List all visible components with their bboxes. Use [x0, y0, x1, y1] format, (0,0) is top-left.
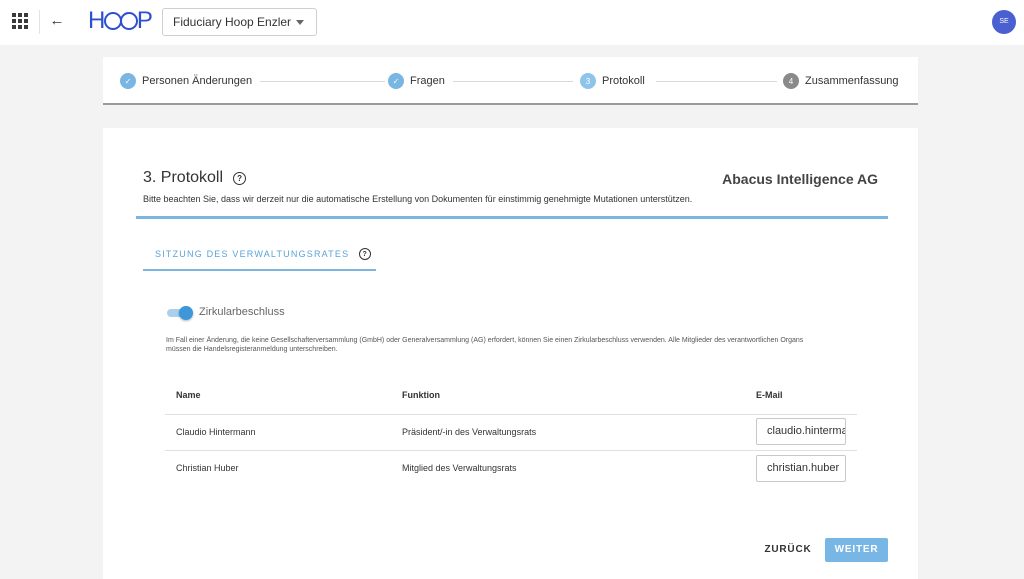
table-cell-function: Präsident/-in des Verwaltungsrats	[402, 427, 537, 437]
next-button[interactable]: WEITER	[825, 538, 888, 562]
apps-grid-icon[interactable]	[12, 13, 28, 29]
tab-sitzung-des-verwaltungsrates[interactable]: SITZUNG DES VERWALTUNGSRATES ?	[143, 239, 376, 271]
row-divider	[165, 450, 857, 451]
row-divider	[165, 414, 857, 415]
column-header-name: Name	[176, 390, 201, 400]
check-icon: ✓	[120, 73, 136, 89]
divider	[136, 216, 888, 219]
step-number-badge: 4	[783, 73, 799, 89]
hoop-logo[interactable]: HP	[88, 7, 153, 35]
tab-label: SITZUNG DES VERWALTUNGSRATES	[155, 249, 350, 259]
fiduciary-select[interactable]: Fiduciary Hoop Enzler	[162, 8, 317, 36]
help-icon[interactable]: ?	[359, 248, 372, 260]
page-title-text: 3. Protokoll	[143, 169, 224, 186]
help-icon[interactable]: ?	[233, 171, 247, 185]
fiduciary-select-value: Fiduciary Hoop Enzler	[173, 15, 292, 29]
column-header-email: E-Mail	[756, 390, 783, 400]
step-zusammenfassung[interactable]: 4 Zusammenfassung	[783, 73, 899, 89]
back-arrow-icon[interactable]: ←	[48, 11, 66, 31]
avatar[interactable]: SE	[992, 10, 1016, 34]
email-field[interactable]: christian.huber	[756, 455, 846, 482]
page-title: 3. Protokoll ?	[143, 169, 247, 187]
step-protokoll[interactable]: 3 Protokoll	[580, 73, 645, 89]
table-cell-name: Christian Huber	[176, 463, 239, 473]
step-connector	[260, 81, 385, 82]
step-label: Zusammenfassung	[805, 75, 899, 87]
step-connector	[453, 81, 573, 82]
top-bar: ← HP Fiduciary Hoop Enzler SE	[0, 0, 1024, 45]
table-cell-function: Mitglied des Verwaltungsrats	[402, 463, 517, 473]
back-button[interactable]: ZURÜCK	[753, 538, 823, 562]
column-header-function: Funktion	[402, 390, 440, 400]
step-label: Protokoll	[602, 75, 645, 87]
toggle-label: Zirkularbeschluss	[199, 306, 285, 318]
hint-text: Bitte beachten Sie, dass wir derzeit nur…	[143, 194, 693, 204]
check-icon: ✓	[388, 73, 404, 89]
step-personen-aenderungen[interactable]: ✓ Personen Änderungen	[120, 73, 252, 89]
divider	[39, 10, 40, 34]
email-field[interactable]: claudio.hintermann	[756, 418, 846, 445]
company-name: Abacus Intelligence AG	[722, 171, 878, 187]
table-cell-name: Claudio Hintermann	[176, 427, 256, 437]
step-label: Fragen	[410, 75, 445, 87]
protocol-card: 3. Protokoll ? Abacus Intelligence AG Bi…	[103, 128, 918, 579]
info-paragraph: Im Fall einer Änderung, die keine Gesell…	[166, 337, 804, 353]
chevron-down-icon	[296, 20, 304, 25]
step-fragen[interactable]: ✓ Fragen	[388, 73, 445, 89]
zirkularbeschluss-toggle[interactable]	[167, 306, 193, 320]
step-label: Personen Änderungen	[142, 75, 253, 87]
step-connector	[656, 81, 777, 82]
step-number-badge: 3	[580, 73, 596, 89]
stepper: ✓ Personen Änderungen ✓ Fragen 3 Protoko…	[103, 57, 918, 105]
